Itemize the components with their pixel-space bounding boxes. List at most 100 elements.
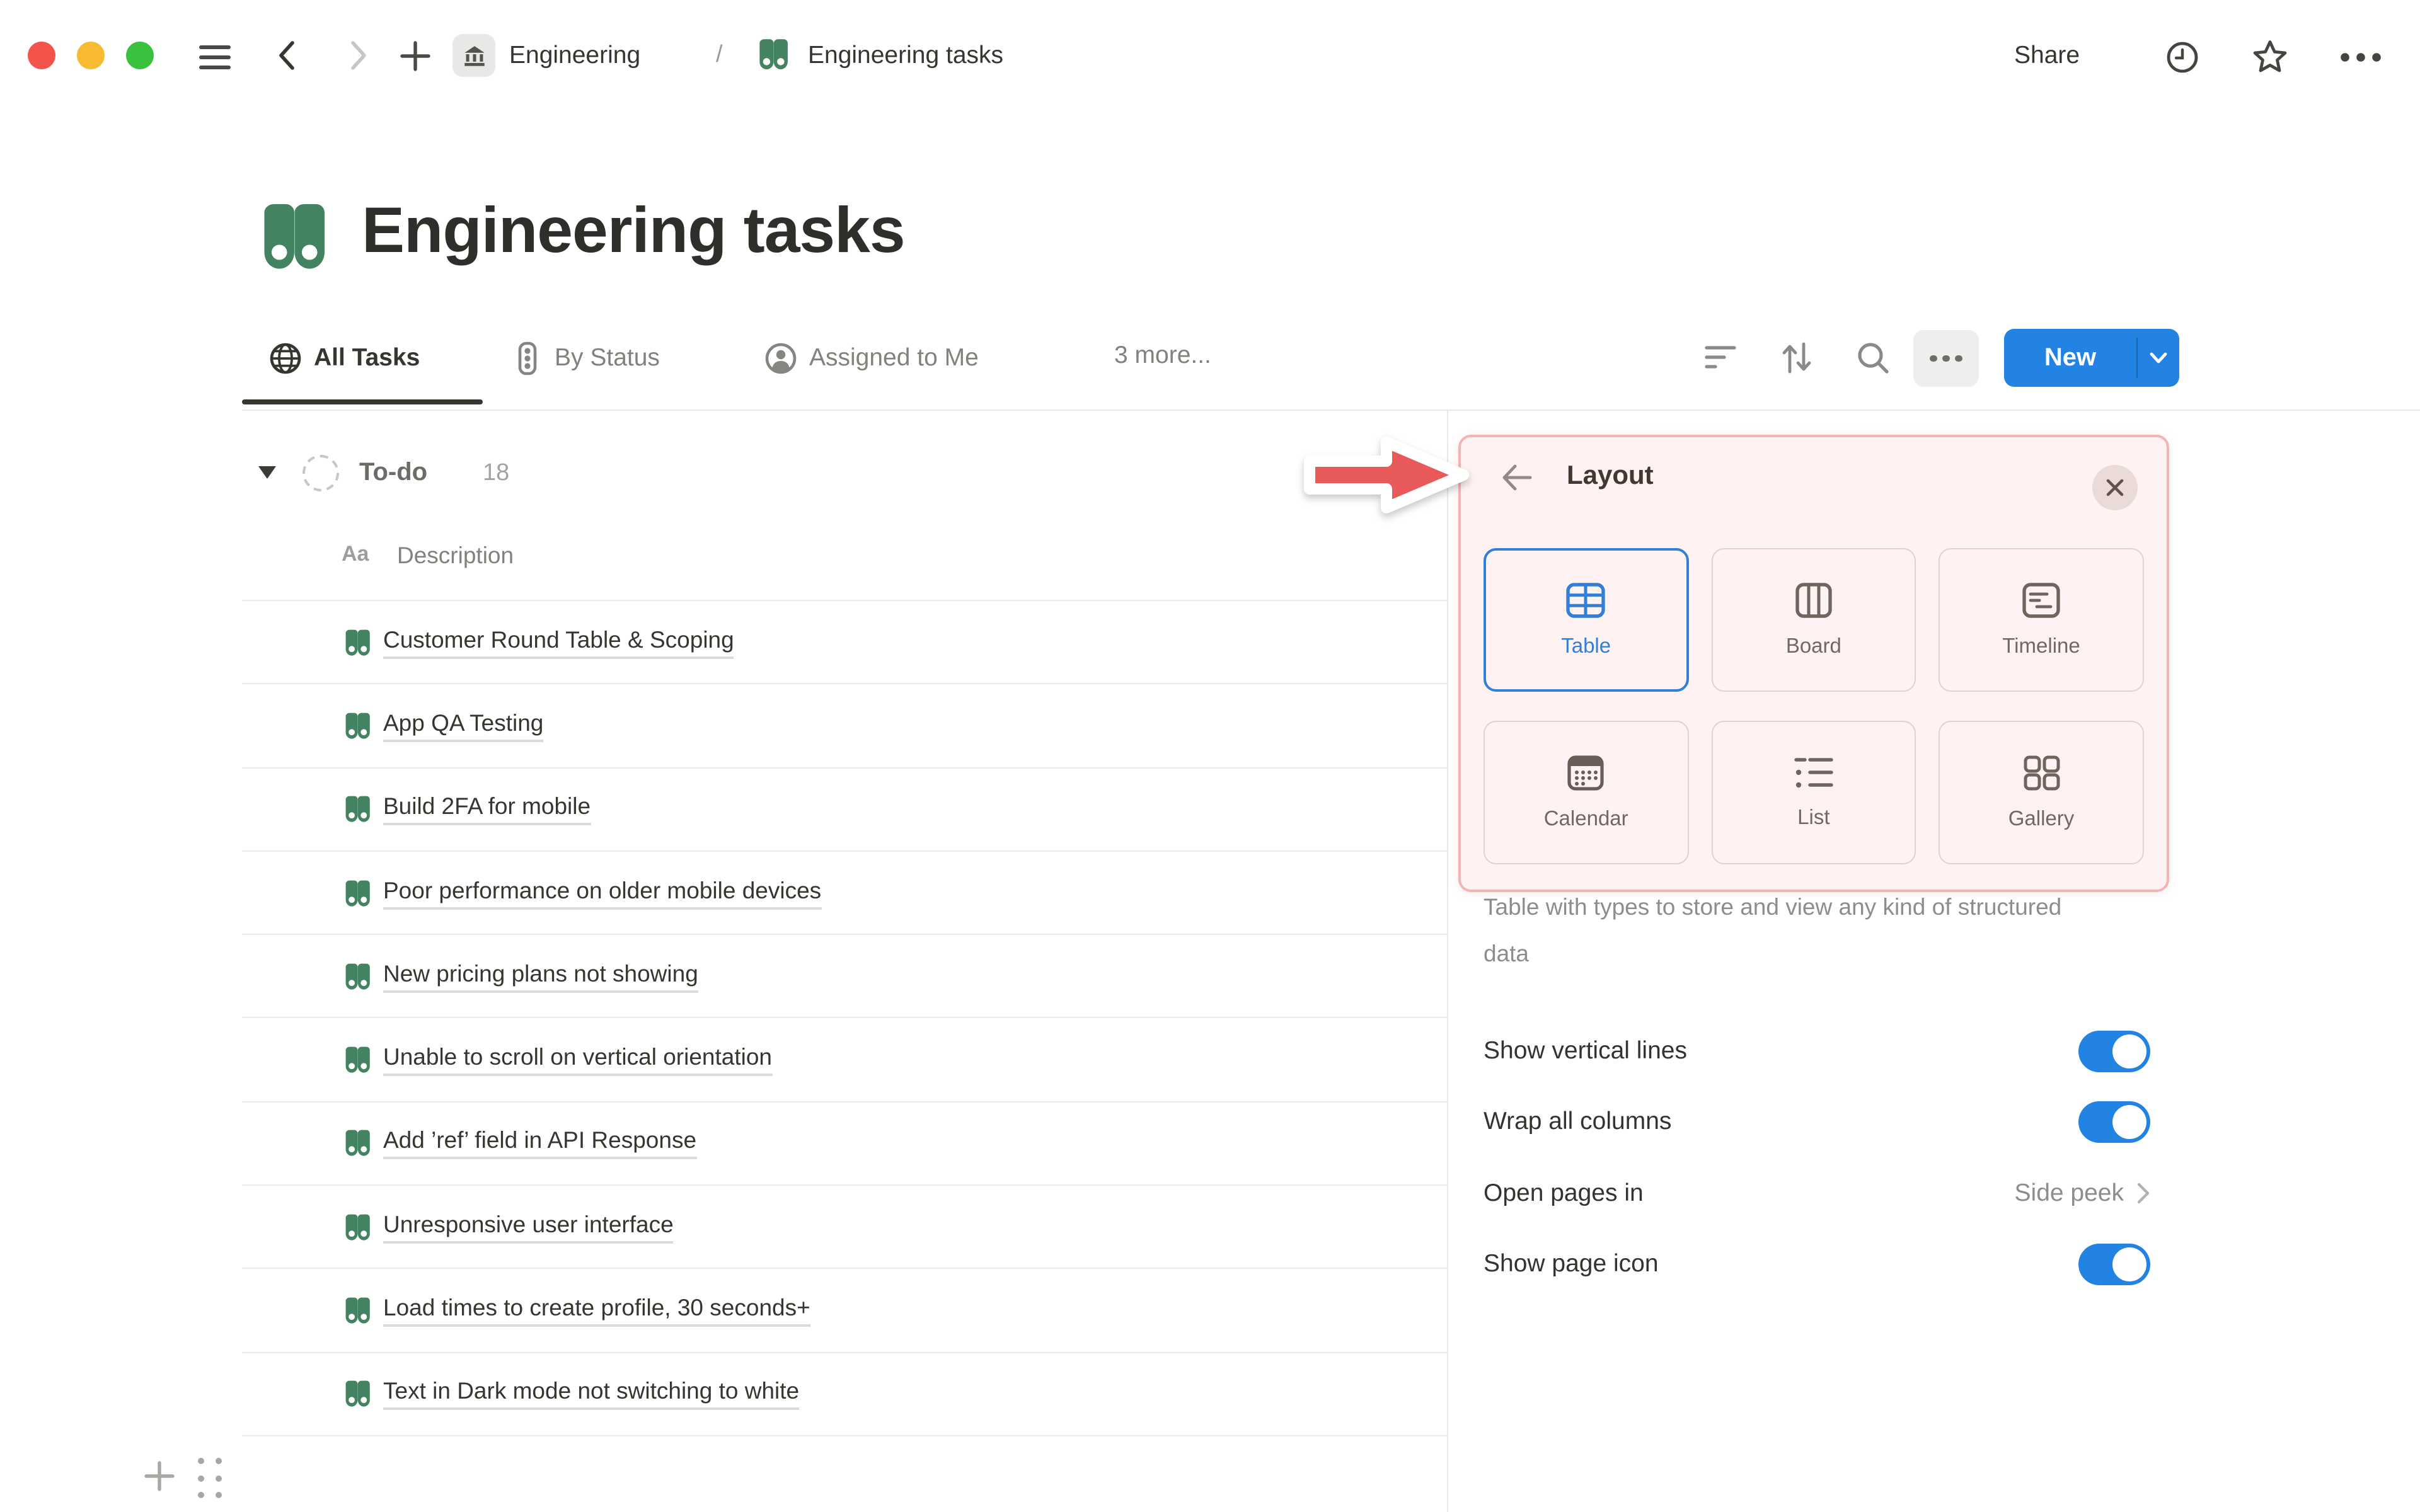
more-options-icon[interactable] (2339, 52, 2382, 63)
table-row[interactable]: Unresponsive user interface (242, 1186, 1447, 1269)
layout-option-table[interactable]: Table (1484, 548, 1689, 692)
tab-by-status[interactable]: By Status (512, 341, 660, 375)
text-property-icon: Aa (342, 542, 369, 566)
layout-option-timeline[interactable]: Timeline (1939, 548, 2144, 692)
window-close-button[interactable] (28, 42, 55, 69)
sort-icon[interactable] (1780, 340, 1814, 375)
chevron-right-icon (2136, 1183, 2150, 1205)
toggle-knob (2112, 1034, 2146, 1068)
close-icon (2105, 478, 2125, 498)
drag-handle-icon[interactable] (198, 1458, 222, 1498)
binoculars-icon (343, 712, 373, 740)
toggle-show-page-icon[interactable] (2078, 1244, 2150, 1286)
binoculars-icon (343, 1046, 373, 1074)
list-icon (1794, 755, 1834, 790)
favorite-star-icon[interactable] (2251, 38, 2289, 76)
task-title: Customer Round Table & Scoping (383, 626, 734, 659)
layout-option-label: Table (1561, 634, 1611, 657)
search-icon[interactable] (1855, 340, 1891, 375)
table-row[interactable]: Poor performance on older mobile devices (242, 852, 1447, 936)
table-row[interactable]: Load times to create profile, 30 seconds… (242, 1269, 1447, 1353)
layout-option-list[interactable]: List (1711, 721, 1916, 864)
binoculars-icon (343, 1213, 373, 1240)
task-title: Add ’ref’ field in API Response (383, 1127, 697, 1160)
setting-show-vertical-lines: Show vertical lines (1484, 1016, 2150, 1087)
sidebar-menu-icon[interactable] (199, 45, 231, 76)
task-title: Text in Dark mode not switching to white (383, 1378, 800, 1411)
table-row[interactable]: New pricing plans not showing (242, 935, 1447, 1019)
toggle-show-vertical-lines[interactable] (2078, 1030, 2150, 1072)
group-name[interactable]: To-do (359, 459, 427, 488)
add-row-icon[interactable] (142, 1459, 176, 1493)
new-button-label: New (2044, 343, 2097, 371)
group-count: 18 (483, 460, 510, 486)
active-tab-underline (242, 399, 483, 404)
layout-option-calendar[interactable]: Calendar (1484, 721, 1689, 864)
layout-option-label: Board (1785, 634, 1841, 657)
group-collapse-triangle[interactable] (258, 466, 276, 479)
layout-option-board[interactable]: Board (1711, 548, 1916, 692)
toggle-wrap-all-columns[interactable] (2078, 1101, 2150, 1143)
window-zoom-button[interactable] (126, 42, 154, 69)
globe-icon (268, 341, 302, 375)
tab-all-tasks[interactable]: All Tasks (268, 341, 420, 375)
updates-clock-icon[interactable] (2165, 40, 2199, 74)
binoculars-icon (343, 1130, 373, 1157)
nav-back-icon[interactable] (272, 39, 302, 72)
layout-option-label: List (1797, 806, 1830, 829)
todo-status-icon (302, 455, 339, 491)
share-button[interactable]: Share (2014, 42, 2080, 71)
tab-label: By Status (555, 344, 660, 372)
setting-show-page-icon: Show page icon (1484, 1229, 2150, 1300)
layout-option-gallery[interactable]: Gallery (1939, 721, 2144, 864)
table-row[interactable]: Text in Dark mode not switching to white (242, 1353, 1447, 1436)
person-icon (764, 341, 798, 375)
task-title: Unable to scroll on vertical orientation (383, 1043, 772, 1077)
tabs-bottom-border (242, 410, 2420, 411)
layout-option-label: Gallery (2008, 807, 2075, 830)
column-header-description[interactable]: Description (397, 542, 514, 570)
table-icon (1566, 581, 1606, 618)
binoculars-icon (343, 1380, 373, 1408)
nav-forward-icon[interactable] (343, 39, 373, 72)
panel-close-button[interactable] (2092, 465, 2138, 510)
binoculars-icon (343, 1297, 373, 1324)
toggle-knob (2112, 1105, 2146, 1140)
task-title: App QA Testing (383, 709, 544, 742)
binoculars-icon (756, 38, 792, 71)
task-title: New pricing plans not showing (383, 960, 698, 993)
breadcrumb-workspace[interactable] (452, 34, 495, 77)
view-options-button[interactable] (1913, 330, 1979, 387)
tab-label: Assigned to Me (809, 344, 979, 372)
table-row[interactable]: Unable to scroll on vertical orientation (242, 1019, 1447, 1102)
table-row[interactable]: Build 2FA for mobile (242, 768, 1447, 852)
breadcrumb-item-current[interactable]: Engineering tasks (808, 42, 1003, 71)
new-button[interactable]: New (2004, 329, 2179, 387)
tab-assigned-to-me[interactable]: Assigned to Me (764, 341, 979, 375)
open-pages-in-value[interactable]: Side peek (2015, 1179, 2150, 1208)
panel-title: Layout (1567, 461, 1654, 490)
layout-option-label: Calendar (1543, 807, 1628, 830)
calendar-icon (1567, 754, 1605, 791)
gallery-icon (2022, 754, 2060, 791)
toggle-knob (2112, 1247, 2146, 1282)
binoculars-icon (343, 963, 373, 990)
tabs-more[interactable]: 3 more... (1114, 341, 1211, 370)
chevron-down-icon[interactable] (2138, 329, 2179, 387)
window-minimize-button[interactable] (77, 42, 105, 69)
table-row[interactable]: Add ’ref’ field in API Response (242, 1102, 1447, 1186)
breadcrumb-separator: / (716, 42, 723, 68)
filter-icon[interactable] (1704, 344, 1737, 372)
panel-back-icon[interactable] (1500, 462, 1534, 493)
breadcrumb-item[interactable]: Engineering (509, 42, 640, 71)
layout-description: Table with types to store and view any k… (1484, 893, 2062, 966)
table-row[interactable]: App QA Testing (242, 685, 1447, 769)
layout-settings: Show vertical lines Wrap all columns Ope… (1484, 1016, 2150, 1300)
timeline-icon (2022, 581, 2061, 618)
page-icon-binoculars[interactable] (257, 202, 333, 271)
page-title[interactable]: Engineering tasks (362, 193, 906, 267)
new-page-icon[interactable] (398, 39, 432, 73)
building-icon (461, 42, 487, 69)
table-row[interactable]: Customer Round Table & Scoping (242, 601, 1447, 685)
layout-option-label: Timeline (2002, 634, 2080, 657)
